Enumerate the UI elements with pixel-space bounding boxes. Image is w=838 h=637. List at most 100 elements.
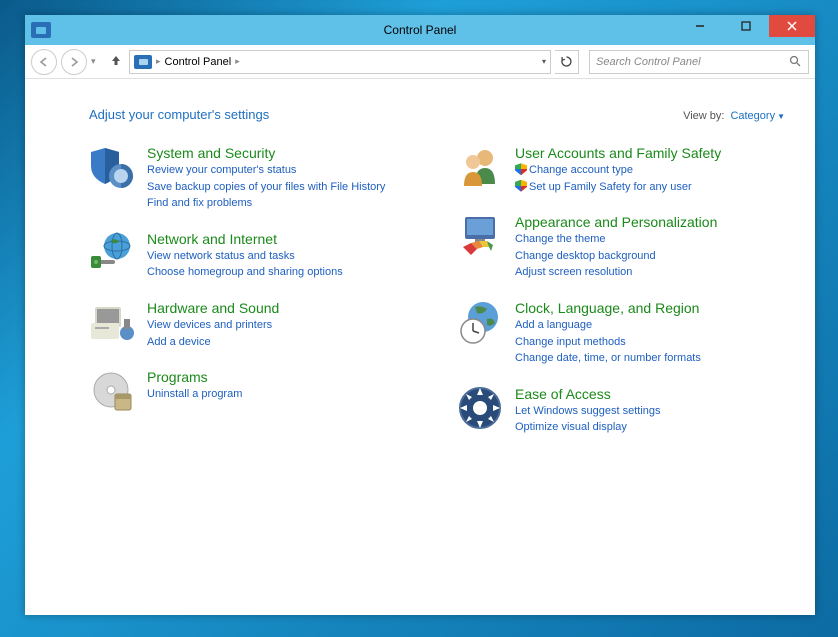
address-dropdown[interactable]: ▾ (542, 57, 546, 66)
link-change-the-theme[interactable]: Change the theme (515, 231, 785, 248)
category-system-and-security: System and Security Review your computer'… (89, 144, 417, 212)
category-title-network-and-internet[interactable]: Network and Internet (147, 230, 417, 248)
clock-language-and-region-icon (457, 299, 503, 345)
address-bar[interactable]: ▸ Control Panel ▸ ▾ (129, 50, 551, 74)
link-save-backup-copies-of-your-files-with-file-history[interactable]: Save backup copies of your files with Fi… (147, 179, 417, 196)
right-column: User Accounts and Family Safety Change ac… (457, 144, 785, 436)
link-add-a-device[interactable]: Add a device (147, 334, 417, 351)
link-label: View network status and tasks (147, 250, 295, 262)
up-button[interactable] (107, 53, 125, 70)
link-adjust-screen-resolution[interactable]: Adjust screen resolution (515, 264, 785, 281)
link-label: Change the theme (515, 233, 606, 245)
category-ease-of-access: Ease of Access Let Windows suggest settin… (457, 385, 785, 436)
link-label: Find and fix problems (147, 197, 252, 209)
link-change-date-time-or-number-formats[interactable]: Change date, time, or number formats (515, 350, 785, 367)
category-body: Programs Uninstall a program (147, 368, 417, 414)
link-label: Add a device (147, 336, 211, 348)
link-change-account-type[interactable]: Change account type (515, 162, 785, 179)
link-find-and-fix-problems[interactable]: Find and fix problems (147, 195, 417, 212)
link-label: Change input methods (515, 336, 626, 348)
category-title-programs[interactable]: Programs (147, 368, 417, 386)
category-title-appearance-and-personalization[interactable]: Appearance and Personalization (515, 213, 785, 231)
link-view-network-status-and-tasks[interactable]: View network status and tasks (147, 248, 417, 265)
link-choose-homegroup-and-sharing-options[interactable]: Choose homegroup and sharing options (147, 264, 417, 281)
category-title-system-and-security[interactable]: System and Security (147, 144, 417, 162)
page-heading: Adjust your computer's settings (89, 107, 269, 122)
breadcrumb-root[interactable]: Control Panel (165, 56, 232, 68)
category-body: Network and Internet View network status … (147, 230, 417, 281)
back-button[interactable] (31, 49, 57, 75)
category-hardware-and-sound: Hardware and Sound View devices and print… (89, 299, 417, 350)
search-icon (789, 55, 802, 68)
maximize-button[interactable] (723, 15, 769, 37)
link-change-input-methods[interactable]: Change input methods (515, 334, 785, 351)
link-change-desktop-background[interactable]: Change desktop background (515, 248, 785, 265)
category-title-ease-of-access[interactable]: Ease of Access (515, 385, 785, 403)
category-body: Appearance and Personalization Change the… (515, 213, 785, 281)
control-panel-window: Control Panel ▾ ▸ Control Panel (25, 15, 815, 615)
category-network-and-internet: Network and Internet View network status … (89, 230, 417, 281)
link-label: Add a language (515, 319, 592, 331)
close-button[interactable] (769, 15, 815, 37)
programs-icon (89, 368, 135, 414)
forward-button[interactable] (61, 49, 87, 75)
history-dropdown[interactable]: ▾ (91, 56, 103, 67)
category-title-clock-language-and-region[interactable]: Clock, Language, and Region (515, 299, 785, 317)
link-label: Change account type (529, 164, 633, 176)
link-label: Change desktop background (515, 250, 656, 262)
refresh-button[interactable] (555, 50, 579, 74)
viewby-dropdown-icon[interactable]: ▼ (777, 112, 785, 121)
category-body: Hardware and Sound View devices and print… (147, 299, 417, 350)
network-and-internet-icon (89, 230, 135, 276)
category-programs: Programs Uninstall a program (89, 368, 417, 414)
appearance-and-personalization-icon (457, 213, 503, 259)
minimize-button[interactable] (677, 15, 723, 37)
category-title-user-accounts-and-family-safety[interactable]: User Accounts and Family Safety (515, 144, 785, 162)
link-label: Set up Family Safety for any user (529, 181, 692, 193)
ease-of-access-icon (457, 385, 503, 431)
link-label: Change date, time, or number formats (515, 352, 701, 364)
category-body: System and Security Review your computer'… (147, 144, 417, 212)
search-input[interactable]: Search Control Panel (589, 50, 809, 74)
link-label: Optimize visual display (515, 421, 627, 433)
titlebar[interactable]: Control Panel (25, 15, 815, 45)
link-label: Adjust screen resolution (515, 266, 632, 278)
category-body: User Accounts and Family Safety Change ac… (515, 144, 785, 195)
breadcrumb-sep[interactable]: ▸ (235, 56, 240, 67)
category-body: Clock, Language, and Region Add a languag… (515, 299, 785, 367)
link-label: Save backup copies of your files with Fi… (147, 181, 385, 193)
link-label: Let Windows suggest settings (515, 405, 661, 417)
category-clock-language-and-region: Clock, Language, and Region Add a languag… (457, 299, 785, 367)
uac-shield-icon (515, 163, 527, 175)
link-set-up-family-safety-for-any-user[interactable]: Set up Family Safety for any user (515, 179, 785, 196)
navbar: ▾ ▸ Control Panel ▸ ▾ Search Control Pan… (25, 45, 815, 79)
viewby-label: View by: (683, 110, 724, 122)
link-view-devices-and-printers[interactable]: View devices and printers (147, 317, 417, 334)
heading-row: Adjust your computer's settings View by:… (89, 107, 785, 122)
hardware-and-sound-icon (89, 299, 135, 345)
link-label: Review your computer's status (147, 164, 296, 176)
link-optimize-visual-display[interactable]: Optimize visual display (515, 419, 785, 436)
link-review-your-computer-s-status[interactable]: Review your computer's status (147, 162, 417, 179)
link-add-a-language[interactable]: Add a language (515, 317, 785, 334)
link-label: Uninstall a program (147, 388, 242, 400)
link-let-windows-suggest-settings[interactable]: Let Windows suggest settings (515, 403, 785, 420)
uac-shield-icon (515, 180, 527, 192)
link-uninstall-a-program[interactable]: Uninstall a program (147, 386, 417, 403)
link-label: Choose homegroup and sharing options (147, 266, 343, 278)
category-user-accounts-and-family-safety: User Accounts and Family Safety Change ac… (457, 144, 785, 195)
control-panel-icon (134, 55, 152, 69)
user-accounts-and-family-safety-icon (457, 144, 503, 190)
search-placeholder: Search Control Panel (596, 56, 701, 68)
window-controls (677, 15, 815, 37)
category-title-hardware-and-sound[interactable]: Hardware and Sound (147, 299, 417, 317)
category-appearance-and-personalization: Appearance and Personalization Change the… (457, 213, 785, 281)
content-area: Adjust your computer's settings View by:… (25, 79, 815, 615)
system-and-security-icon (89, 144, 135, 190)
left-column: System and Security Review your computer'… (89, 144, 417, 436)
viewby-value[interactable]: Category (730, 110, 775, 122)
link-label: View devices and printers (147, 319, 272, 331)
categories-grid: System and Security Review your computer'… (89, 144, 785, 436)
breadcrumb-sep: ▸ (156, 56, 161, 67)
category-body: Ease of Access Let Windows suggest settin… (515, 385, 785, 436)
